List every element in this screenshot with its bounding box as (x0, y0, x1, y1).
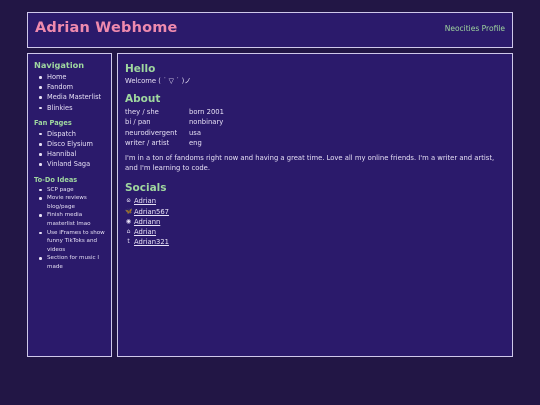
social-item: t Adrian321 (125, 237, 505, 247)
social-link-discord[interactable]: Adriann (134, 217, 160, 227)
social-link-tumblr[interactable]: Adrian321 (134, 237, 169, 247)
todo-item: Use iFrames to show funny TikToks and vi… (38, 229, 111, 255)
about-value: born 2001 (189, 108, 224, 117)
fan-page-dispatch[interactable]: Dispatch (38, 129, 111, 139)
nav-item-media-masterlist[interactable]: Media Masterlist (38, 92, 111, 102)
about-label: neurodivergent (125, 128, 178, 137)
social-item: ɷ Adrian (125, 196, 505, 206)
social-item: ⌂ Adrian (125, 227, 505, 237)
about-label: bi / pan (125, 118, 151, 127)
main-content: Hello Welcome ( ˙ ▽ ˙ )ノ About they / sh… (117, 53, 513, 357)
fan-page-hannibal[interactable]: Hannibal (38, 149, 111, 159)
todo-list: SCP page Movie reviews blog/page Finish … (38, 186, 111, 272)
social-link-bluesky[interactable]: Adrian567 (134, 207, 169, 217)
socials-list: ɷ Adrian 🦋 Adrian567 ◉ Adriann ⌂ Adrian … (125, 196, 505, 247)
nav-item-blinkies[interactable]: Blinkies (38, 103, 111, 113)
about-label: they / she (125, 108, 159, 117)
nav-item-home[interactable]: Home (38, 72, 111, 82)
sidebar: Navigation Home Fandom Media Masterlist … (27, 53, 112, 357)
todo-item: Movie reviews blog/page (38, 194, 111, 211)
navigation-heading: Navigation (34, 60, 85, 70)
about-label: writer / artist (125, 138, 170, 147)
todo-item: Finish media masterlist lmao (38, 211, 111, 228)
social-link-home[interactable]: Adrian (134, 227, 156, 237)
bio-paragraph: I'm in a ton of fandoms right now and ha… (125, 154, 495, 173)
site-title: Adrian Webhome (35, 20, 178, 36)
todo-item: Section for music I made (38, 254, 111, 271)
discord-icon: ◉ (125, 217, 132, 225)
social-link-ao3[interactable]: Adrian (134, 196, 156, 206)
fan-page-vinland-saga[interactable]: Vinland Saga (38, 159, 111, 169)
neocities-profile-link[interactable]: Neocities Profile (445, 24, 505, 33)
about-table: they / she born 2001 bi / pan nonbinary … (125, 107, 505, 148)
social-item: ◉ Adriann (125, 217, 505, 227)
site-header: Adrian Webhome Neocities Profile (27, 12, 513, 48)
fan-pages-heading: Fan Pages (34, 118, 72, 127)
home-icon: ⌂ (126, 228, 131, 236)
about-heading: About (125, 93, 161, 106)
tumblr-icon: t (127, 238, 130, 246)
bluesky-icon: 🦋 (125, 207, 133, 215)
ao3-icon: ɷ (126, 197, 131, 205)
social-item: 🦋 Adrian567 (125, 207, 505, 217)
fan-pages-list: Dispatch Disco Elysium Hannibal Vinland … (38, 129, 111, 170)
about-value: eng (189, 138, 202, 147)
socials-heading: Socials (125, 182, 167, 195)
fan-page-disco-elysium[interactable]: Disco Elysium (38, 139, 111, 149)
nav-item-fandom[interactable]: Fandom (38, 82, 111, 92)
welcome-text: Welcome ( ˙ ▽ ˙ )ノ (125, 77, 192, 85)
todo-item: SCP page (38, 186, 111, 195)
about-value: nonbinary (189, 118, 224, 127)
todo-heading: To-Do Ideas (34, 175, 78, 184)
hello-heading: Hello (125, 63, 156, 75)
navigation-list: Home Fandom Media Masterlist Blinkies (38, 72, 111, 113)
about-value: usa (189, 128, 202, 137)
